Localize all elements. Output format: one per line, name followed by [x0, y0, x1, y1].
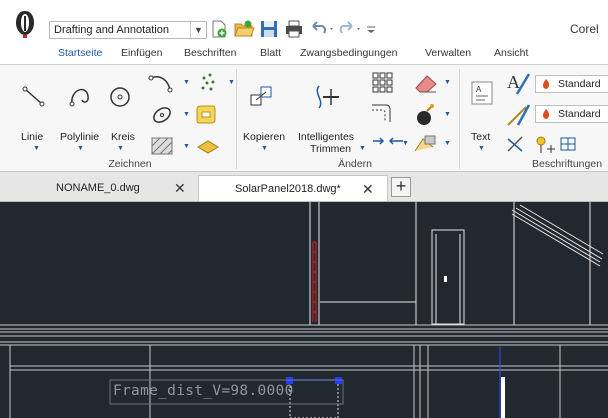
hatch-icon[interactable]: [149, 135, 177, 157]
dimension-style-icon[interactable]: [504, 101, 532, 129]
chevron-down-icon[interactable]: ▼: [444, 140, 451, 147]
svg-text:A: A: [476, 85, 482, 94]
close-icon[interactable]: ✕: [174, 176, 186, 200]
fillet-icon[interactable]: [411, 133, 441, 155]
document-tab-label: SolarPanel2018.dwg*: [235, 183, 341, 195]
leader-icon[interactable]: [533, 133, 557, 155]
group-draw-label: Zeichnen: [108, 158, 152, 170]
array-icon[interactable]: [370, 70, 394, 94]
drawing-geometry: [0, 202, 608, 418]
svg-text:A: A: [507, 72, 520, 92]
workspace-value: Drafting and Annotation: [54, 24, 169, 36]
group-separator: [236, 69, 237, 169]
new-file-icon[interactable]: [208, 18, 230, 40]
chevron-down-icon[interactable]: ▼: [117, 145, 124, 152]
text-style-value: Standard: [558, 78, 601, 90]
drawing-canvas[interactable]: Frame_dist_V=98.0000: [0, 202, 608, 418]
tool-copy-label[interactable]: Kopieren: [243, 131, 285, 143]
text-icon[interactable]: A: [469, 79, 495, 107]
tool-circle-label[interactable]: Kreis: [111, 131, 135, 143]
tool-text-label[interactable]: Text: [471, 131, 490, 143]
title-bar: Drafting and Annotation ▼ Corel: [0, 0, 608, 44]
chevron-down-icon[interactable]: ▼: [183, 143, 190, 150]
polyline-icon[interactable]: [66, 82, 94, 110]
wipeout-icon[interactable]: [194, 135, 222, 157]
tab-zwangsbedingungen[interactable]: Zwangsbedingungen: [300, 47, 398, 59]
document-tabs: NONAME_0.dwg ✕ SolarPanel2018.dwg* ✕ +: [0, 172, 608, 202]
ribbon-tabs: Startseite Einfügen Beschriften Blatt Zw…: [0, 44, 608, 64]
chevron-down-icon[interactable]: ▼: [402, 140, 409, 147]
ribbon-panel: Linie Polylinie Kreis ▼ ▼ ▼ ▼ ▼ ▼ ▼ Zeic…: [0, 64, 608, 172]
tab-beschriften[interactable]: Beschriften: [184, 47, 237, 59]
tab-startseite[interactable]: Startseite: [58, 47, 102, 59]
document-tab[interactable]: NONAME_0.dwg ✕: [8, 175, 194, 201]
workspace-select[interactable]: Drafting and Annotation ▼: [49, 21, 207, 39]
app-name: Corel: [570, 22, 599, 36]
frame-distance-text[interactable]: Frame_dist_V=98.0000: [113, 383, 294, 399]
open-folder-icon[interactable]: [233, 18, 255, 40]
circle-icon[interactable]: [106, 83, 134, 111]
chevron-down-icon[interactable]: ▼: [190, 22, 206, 38]
text-style-select[interactable]: Standard: [535, 75, 608, 93]
table-icon[interactable]: [557, 133, 581, 155]
stretch-icon[interactable]: [370, 131, 406, 151]
chevron-down-icon[interactable]: ▼: [183, 79, 190, 86]
tool-polyline-label[interactable]: Polylinie: [60, 131, 99, 143]
group-annotation-label: Beschriftungen: [532, 158, 603, 170]
smart-dimension-icon[interactable]: [504, 133, 530, 155]
app-logo-icon[interactable]: [12, 9, 38, 39]
chevron-down-icon[interactable]: ▼: [261, 145, 268, 152]
ellipse-icon[interactable]: [148, 103, 178, 127]
offset-icon[interactable]: [368, 100, 396, 126]
chevron-down-icon[interactable]: ▼: [444, 111, 451, 118]
tab-verwalten[interactable]: Verwalten: [425, 47, 471, 59]
chevron-down-icon[interactable]: ▼: [33, 145, 40, 152]
print-icon[interactable]: [283, 18, 305, 40]
save-icon[interactable]: [258, 18, 280, 40]
chevron-down-icon[interactable]: ▼: [228, 79, 235, 86]
close-icon[interactable]: ✕: [362, 177, 374, 201]
erase-icon[interactable]: [411, 72, 441, 96]
copy-icon[interactable]: [246, 83, 276, 111]
tool-trim-label-2[interactable]: Trimmen: [310, 143, 351, 155]
style-flame-icon: [542, 109, 550, 119]
chevron-down-icon[interactable]: ▼: [444, 79, 451, 86]
document-tab-label: NONAME_0.dwg: [56, 182, 140, 194]
group-separator: [459, 69, 460, 169]
tab-einfuegen[interactable]: Einfügen: [121, 47, 162, 59]
chevron-down-icon[interactable]: ▼: [359, 145, 366, 152]
arc-icon[interactable]: [146, 70, 176, 96]
door-handle: [444, 276, 447, 282]
group-modify-label: Ändern: [338, 158, 372, 170]
undo-icon[interactable]: [308, 18, 336, 40]
dimension-style-select[interactable]: Standard: [535, 105, 608, 123]
region-icon[interactable]: [193, 103, 219, 127]
chevron-down-icon[interactable]: ▼: [183, 111, 190, 118]
tool-trim-label-1[interactable]: Intelligentes: [298, 131, 354, 143]
document-tab-active[interactable]: SolarPanel2018.dwg* ✕: [198, 175, 388, 201]
text-style-icon[interactable]: A: [504, 70, 532, 98]
point-icon[interactable]: [196, 70, 226, 96]
trim-icon[interactable]: [311, 83, 343, 111]
customize-icon[interactable]: [364, 18, 380, 40]
style-flame-icon: [542, 79, 550, 89]
tab-blatt[interactable]: Blatt: [260, 47, 281, 59]
chevron-down-icon[interactable]: ▼: [77, 145, 84, 152]
chevron-down-icon[interactable]: ▼: [478, 145, 485, 152]
tool-line-label[interactable]: Linie: [21, 131, 43, 143]
tab-ansicht[interactable]: Ansicht: [494, 47, 528, 59]
new-tab-button[interactable]: +: [391, 177, 411, 197]
dimension-style-value: Standard: [558, 108, 601, 120]
line-icon[interactable]: [20, 83, 48, 109]
redo-icon[interactable]: [338, 18, 366, 40]
explode-icon[interactable]: [411, 103, 441, 129]
